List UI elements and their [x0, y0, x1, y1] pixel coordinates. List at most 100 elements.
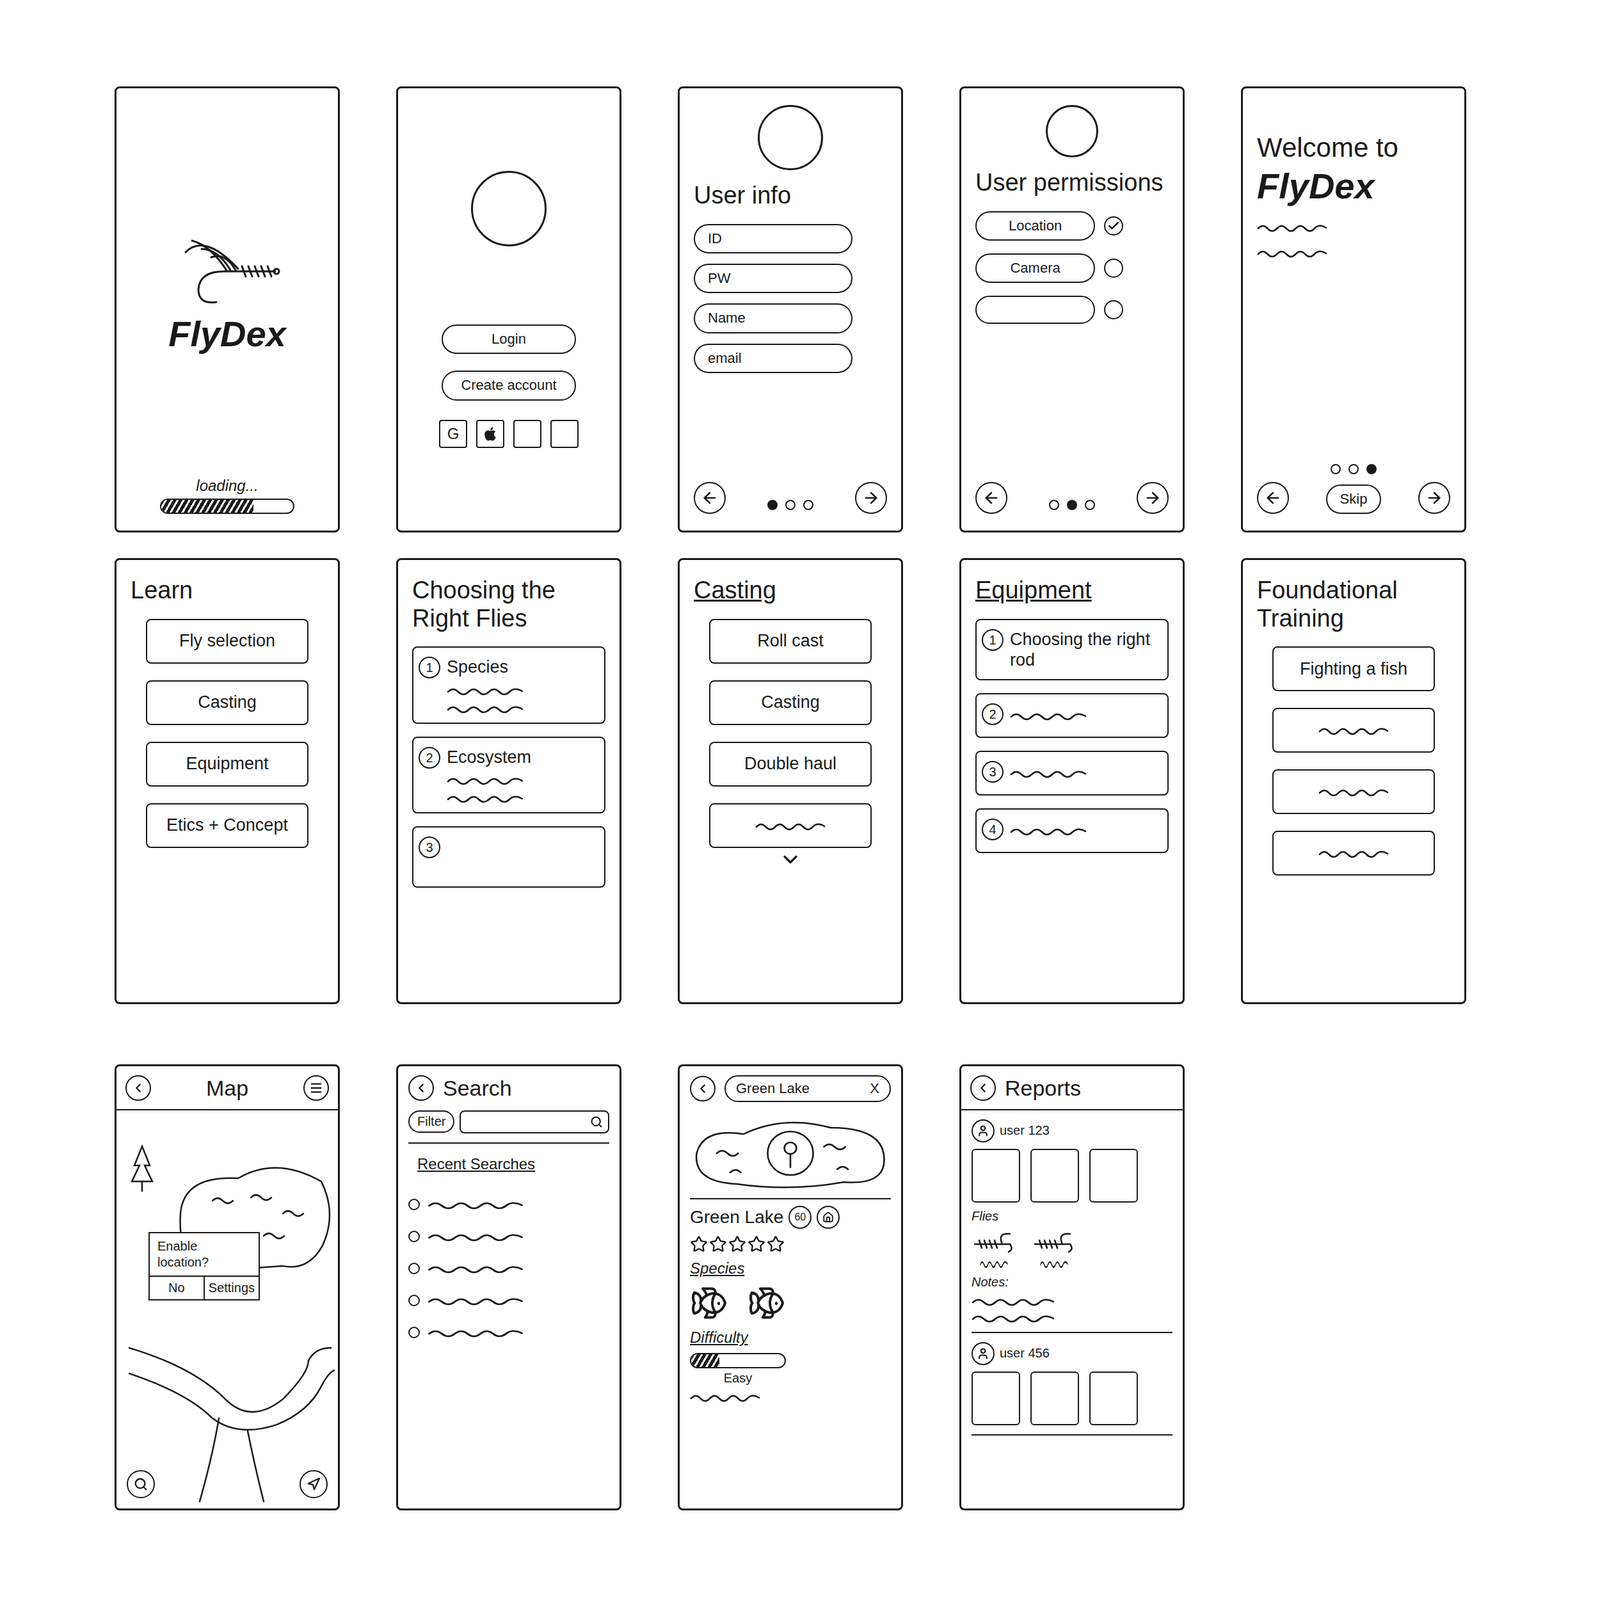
- onboarding-nav: [975, 481, 1169, 514]
- section-card[interactable]: 3: [412, 826, 606, 888]
- app-name: FlyDex: [1256, 165, 1451, 207]
- fly-logo-icon: [166, 226, 288, 310]
- menu-card[interactable]: Fighting a fish: [1272, 646, 1435, 692]
- photo-placeholder[interactable]: [971, 1148, 1021, 1203]
- recent-search-row[interactable]: [408, 1252, 610, 1285]
- locate-button[interactable]: [299, 1470, 328, 1499]
- screen-title: Casting: [693, 576, 888, 605]
- section-card[interactable]: 1Species: [412, 646, 606, 724]
- search-chip[interactable]: Green LakeX: [724, 1075, 891, 1103]
- dialog-button[interactable]: Settings: [203, 1276, 259, 1300]
- flies-row: [971, 1230, 1173, 1269]
- next-button[interactable]: [855, 481, 888, 514]
- scroll-down-icon[interactable]: [778, 848, 802, 872]
- auth-button[interactable]: Create account: [441, 370, 576, 400]
- google-login-button[interactable]: G: [439, 419, 468, 448]
- section-card[interactable]: 2: [975, 693, 1169, 738]
- input-field[interactable]: email: [693, 343, 853, 374]
- report-card[interactable]: user 456: [971, 1342, 1173, 1436]
- loading-bar: [160, 498, 295, 514]
- spot-count-badge: 60: [788, 1205, 812, 1229]
- screen-title: Learn: [130, 576, 324, 605]
- page-dot[interactable]: [767, 499, 778, 511]
- fish-icon[interactable]: [689, 1283, 729, 1323]
- apple-icon: [482, 426, 498, 442]
- page-dot[interactable]: [803, 499, 814, 511]
- recent-search-row[interactable]: [408, 1188, 610, 1221]
- house-icon: [822, 1211, 834, 1224]
- permission-label: [975, 295, 1096, 324]
- back-button[interactable]: [1256, 481, 1289, 514]
- back-button[interactable]: [125, 1075, 152, 1101]
- back-button[interactable]: [693, 481, 726, 514]
- auth-button[interactable]: Login: [441, 324, 576, 354]
- placeholder-scribble: [689, 1392, 761, 1403]
- menu-card[interactable]: Casting: [709, 680, 872, 726]
- blank-login-button[interactable]: [550, 419, 579, 448]
- menu-card[interactable]: [1272, 769, 1435, 815]
- blank-login-button[interactable]: [513, 419, 542, 448]
- photo-placeholder[interactable]: [1089, 1371, 1138, 1426]
- menu-card[interactable]: Fly selection: [145, 618, 309, 664]
- splash-screen: FlyDexloading...: [114, 86, 340, 533]
- map-canvas[interactable]: Enable location?NoSettings: [116, 1110, 338, 1509]
- fish-icon[interactable]: [747, 1283, 786, 1323]
- menu-card[interactable]: Etics + Concept: [145, 803, 309, 848]
- skip-button[interactable]: Skip: [1326, 484, 1382, 514]
- dialog-button[interactable]: No: [149, 1276, 204, 1300]
- back-button[interactable]: [975, 481, 1008, 514]
- photo-placeholder[interactable]: [1030, 1148, 1080, 1203]
- section-card[interactable]: 3: [975, 750, 1169, 796]
- permission-toggle[interactable]: [1104, 216, 1124, 236]
- page-dot[interactable]: [1366, 464, 1377, 475]
- page-dot[interactable]: [1048, 499, 1060, 511]
- menu-button[interactable]: [303, 1075, 329, 1101]
- wireframe-board: FlyDexloading...LoginCreate accountGUser…: [0, 0, 1600, 1536]
- input-field[interactable]: PW: [693, 263, 853, 294]
- input-field[interactable]: Name: [693, 303, 853, 333]
- section-card[interactable]: 1Choosing the right rod: [975, 618, 1169, 681]
- back-button[interactable]: [408, 1075, 434, 1101]
- search-input[interactable]: [459, 1110, 610, 1134]
- menu-card[interactable]: [1272, 707, 1435, 753]
- section-card[interactable]: 2Ecosystem: [412, 736, 606, 814]
- recent-search-row[interactable]: [408, 1316, 610, 1349]
- report-card[interactable]: user 123FliesNotes:: [971, 1119, 1173, 1334]
- clear-button[interactable]: X: [869, 1080, 880, 1097]
- star-icon: [709, 1235, 728, 1254]
- menu-card[interactable]: Equipment: [145, 741, 309, 787]
- search-icon: [590, 1115, 603, 1129]
- back-button[interactable]: [689, 1075, 716, 1102]
- next-button[interactable]: [1136, 481, 1169, 514]
- menu-card[interactable]: Casting: [145, 680, 309, 726]
- section-card[interactable]: 4: [975, 808, 1169, 854]
- photo-placeholder[interactable]: [1089, 1148, 1138, 1203]
- save-button[interactable]: [816, 1205, 840, 1229]
- spot-name: Green Lake: [689, 1207, 784, 1228]
- recent-search-row[interactable]: [408, 1220, 610, 1253]
- lake-map-icon: [689, 1108, 891, 1200]
- search-button[interactable]: [126, 1470, 155, 1499]
- search-screen: SearchFilterRecent Searches: [396, 1064, 622, 1511]
- screen-title: Map: [206, 1075, 249, 1102]
- report-photos: [971, 1371, 1173, 1426]
- page-dot[interactable]: [1348, 464, 1359, 475]
- next-button[interactable]: [1418, 481, 1451, 514]
- page-dot[interactable]: [1084, 499, 1096, 511]
- photo-placeholder[interactable]: [1030, 1371, 1080, 1426]
- menu-card[interactable]: [709, 803, 872, 848]
- back-button[interactable]: [970, 1075, 996, 1101]
- apple-login-button[interactable]: [476, 419, 505, 448]
- menu-card[interactable]: Roll cast: [709, 618, 872, 664]
- page-dot[interactable]: [1330, 464, 1341, 475]
- recent-search-row[interactable]: [408, 1284, 610, 1317]
- page-dot[interactable]: [1066, 499, 1078, 511]
- page-dot[interactable]: [785, 499, 796, 511]
- filter-button[interactable]: Filter: [408, 1110, 455, 1133]
- permission-toggle[interactable]: [1104, 258, 1124, 278]
- menu-card[interactable]: Double haul: [709, 741, 872, 787]
- permission-toggle[interactable]: [1104, 300, 1124, 320]
- input-field[interactable]: ID: [693, 224, 853, 254]
- menu-card[interactable]: [1272, 830, 1435, 876]
- photo-placeholder[interactable]: [971, 1371, 1021, 1426]
